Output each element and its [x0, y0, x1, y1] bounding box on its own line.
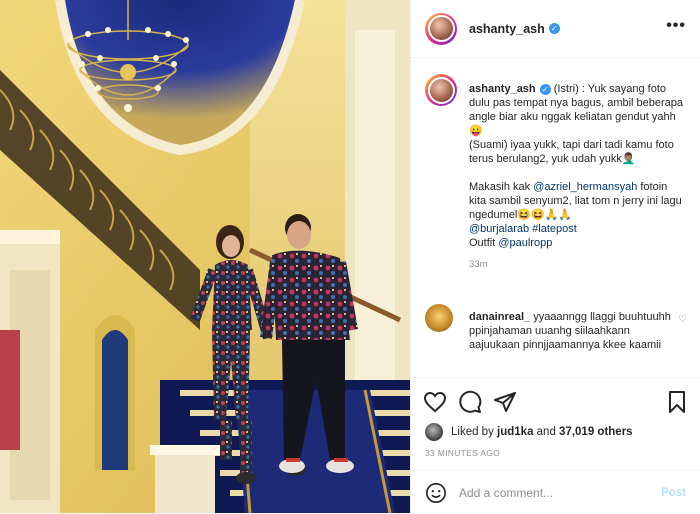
commenter-username[interactable]: danainreal_: [469, 311, 530, 323]
liked-by-text: Liked by: [451, 426, 498, 438]
likes-summary: Liked by jud1ka and 37,019 others: [425, 423, 633, 441]
mention-link[interactable]: @azriel_hermansyah: [533, 181, 637, 193]
caption-text: ashanty_ash ✓ (Istri) : Yuk sayang foto d…: [469, 82, 687, 272]
comments-section: ashanty_ash ✓ (Istri) : Yuk sayang foto d…: [411, 58, 700, 376]
caption-avatar[interactable]: [425, 74, 457, 106]
caption-thanks-prefix: Makasih kak: [469, 181, 534, 193]
post-actions: Liked by jud1ka and 37,019 others 33 MIN…: [411, 377, 700, 513]
caption-verified-icon: ✓: [539, 83, 551, 95]
post-timestamp: 33 MINUTES AGO: [425, 448, 501, 458]
caption-line-2: (Suami) iyaa yukk, tapi dari tadi kamu f…: [469, 139, 674, 165]
author-avatar[interactable]: [425, 12, 457, 45]
mention-link[interactable]: @burjalarab: [469, 223, 529, 235]
post-comment-button[interactable]: Post: [661, 487, 686, 499]
add-comment-bar: Post: [411, 470, 700, 514]
post-photo[interactable]: [0, 0, 410, 513]
post-photo-image: [0, 0, 410, 513]
save-bookmark-icon[interactable]: [665, 390, 689, 414]
more-options-icon[interactable]: •••: [666, 17, 686, 35]
liker-avatar[interactable]: [425, 423, 443, 441]
post-sidebar: ashanty_ash ✓ ••• ashanty_ash ✓ (Istri) :…: [410, 0, 700, 513]
caption-outfit-prefix: Outfit: [469, 237, 499, 249]
like-heart-icon[interactable]: [423, 390, 447, 414]
instagram-post-view: ashanty_ash ✓ ••• ashanty_ash ✓ (Istri) :…: [0, 0, 700, 513]
commenter-avatar[interactable]: [425, 304, 453, 332]
author-username[interactable]: ashanty_ash: [469, 22, 545, 36]
comment-input[interactable]: [457, 484, 651, 501]
share-send-icon[interactable]: [493, 390, 517, 414]
post-header: ashanty_ash ✓ •••: [411, 0, 700, 58]
verified-badge-icon: ✓: [548, 23, 560, 34]
caption-time: 33m: [469, 259, 488, 270]
emoji-icon[interactable]: [425, 482, 447, 504]
caption-username[interactable]: ashanty_ash: [469, 83, 536, 95]
comment-text: danainreal_ yyaaanngg llaggi buuhtuuhh p…: [469, 310, 675, 352]
comment-bubble-icon[interactable]: [458, 390, 482, 414]
comment-like-icon[interactable]: ♡: [678, 314, 687, 325]
liked-by-username[interactable]: jud1ka: [497, 426, 533, 438]
mention-link[interactable]: @paulropp: [498, 237, 552, 249]
likes-count[interactable]: 37,019 others: [559, 426, 633, 438]
hashtag-link[interactable]: #latepost: [532, 223, 577, 235]
